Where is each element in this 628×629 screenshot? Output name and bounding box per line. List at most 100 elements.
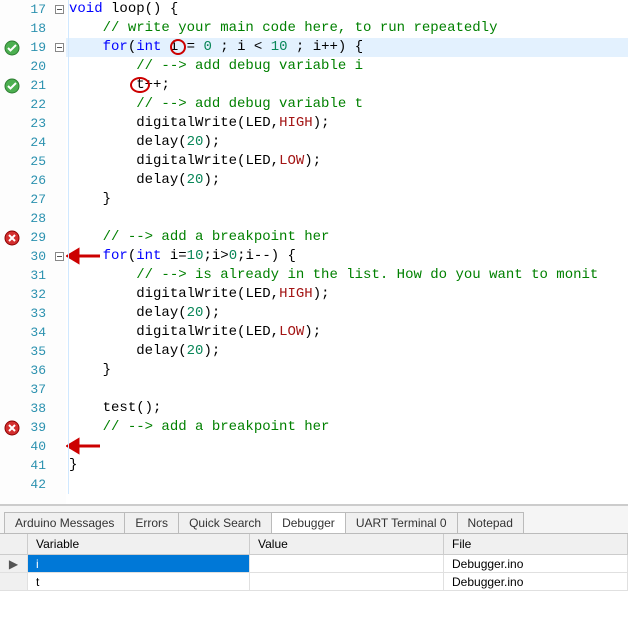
code-line[interactable] (66, 209, 628, 228)
breakpoint-margin[interactable] (0, 114, 24, 133)
tab-quick-search[interactable]: Quick Search (178, 512, 272, 533)
breakpoint-icon[interactable] (4, 230, 20, 246)
variable-row[interactable]: ▶i Debugger.ino (0, 555, 628, 573)
code-line[interactable]: void loop() { (66, 0, 628, 19)
code-line[interactable]: // --> add a breakpoint her (66, 228, 628, 247)
breakpoint-margin[interactable] (0, 95, 24, 114)
breakpoint-margin[interactable] (0, 247, 24, 266)
code-line[interactable]: } (66, 361, 628, 380)
breakpoint-margin[interactable] (0, 38, 24, 57)
breakpoint-margin[interactable] (0, 475, 24, 494)
tab-debugger[interactable]: Debugger (271, 512, 346, 533)
code-line[interactable]: t++; (66, 76, 628, 95)
breakpoint-margin[interactable] (0, 76, 24, 95)
gutter-row[interactable]: 30 (0, 247, 66, 266)
gutter-row[interactable]: 26 (0, 171, 66, 190)
tab-arduino-messages[interactable]: Arduino Messages (4, 512, 125, 533)
tab-errors[interactable]: Errors (124, 512, 179, 533)
breakpoint-margin[interactable] (0, 285, 24, 304)
code-line[interactable]: test(); (66, 399, 628, 418)
gutter-row[interactable]: 37 (0, 380, 66, 399)
tracepoint-icon[interactable] (4, 40, 20, 56)
fold-toggle[interactable] (52, 43, 66, 52)
gutter-row[interactable]: 39 (0, 418, 66, 437)
code-line[interactable]: delay(20); (66, 342, 628, 361)
breakpoint-margin[interactable] (0, 456, 24, 475)
breakpoint-margin[interactable] (0, 190, 24, 209)
code-line[interactable] (66, 380, 628, 399)
gutter-row[interactable]: 24 (0, 133, 66, 152)
file-column-header[interactable]: File (444, 534, 628, 555)
code-line[interactable]: digitalWrite(LED,HIGH); (66, 114, 628, 133)
row-selector[interactable]: ▶ (0, 555, 28, 573)
code-line[interactable]: for(int i=10;i>0;i--) { (66, 247, 628, 266)
gutter-row[interactable]: 23 (0, 114, 66, 133)
breakpoint-margin[interactable] (0, 209, 24, 228)
tracepoint-icon[interactable] (4, 78, 20, 94)
code-area[interactable]: void loop() { // write your main code he… (66, 0, 628, 504)
code-line[interactable]: } (66, 190, 628, 209)
gutter-row[interactable]: 21 (0, 76, 66, 95)
breakpoint-margin[interactable] (0, 342, 24, 361)
gutter-row[interactable]: 19 (0, 38, 66, 57)
variable-column-header[interactable]: Variable (28, 534, 250, 555)
code-line[interactable]: // --> add debug variable i (66, 57, 628, 76)
code-line[interactable]: } (66, 456, 628, 475)
gutter-row[interactable]: 22 (0, 95, 66, 114)
value-column-header[interactable]: Value (250, 534, 444, 555)
gutter-row[interactable]: 42 (0, 475, 66, 494)
row-selector[interactable] (0, 573, 28, 591)
variable-name-cell[interactable]: i (28, 555, 250, 573)
code-line[interactable]: // write your main code here, to run rep… (66, 19, 628, 38)
breakpoint-margin[interactable] (0, 171, 24, 190)
code-line[interactable]: delay(20); (66, 171, 628, 190)
code-line[interactable]: // --> is already in the list. How do yo… (66, 266, 628, 285)
fold-toggle[interactable] (52, 5, 66, 14)
breakpoint-margin[interactable] (0, 57, 24, 76)
breakpoint-margin[interactable] (0, 304, 24, 323)
breakpoint-margin[interactable] (0, 152, 24, 171)
variable-file-cell[interactable]: Debugger.ino (444, 573, 628, 591)
gutter-row[interactable]: 17 (0, 0, 66, 19)
editor-gutter[interactable]: 1718192021222324252627282930313233343536… (0, 0, 66, 504)
breakpoint-margin[interactable] (0, 266, 24, 285)
code-line[interactable]: digitalWrite(LED,HIGH); (66, 285, 628, 304)
variable-value-cell[interactable] (250, 555, 444, 573)
variable-value-cell[interactable] (250, 573, 444, 591)
breakpoint-margin[interactable] (0, 19, 24, 38)
fold-toggle[interactable] (52, 252, 66, 261)
gutter-row[interactable]: 41 (0, 456, 66, 475)
breakpoint-margin[interactable] (0, 133, 24, 152)
breakpoint-margin[interactable] (0, 437, 24, 456)
variable-row[interactable]: t Debugger.ino (0, 573, 628, 591)
gutter-row[interactable]: 32 (0, 285, 66, 304)
code-line[interactable]: delay(20); (66, 133, 628, 152)
tab-uart-terminal-0[interactable]: UART Terminal 0 (345, 512, 458, 533)
code-line[interactable]: // --> add debug variable t (66, 95, 628, 114)
breakpoint-margin[interactable] (0, 228, 24, 247)
code-line[interactable]: for(int i = 0 ; i < 10 ; i++) { (66, 38, 628, 57)
code-line[interactable]: // --> add a breakpoint her (66, 418, 628, 437)
code-line[interactable] (66, 475, 628, 494)
code-editor[interactable]: 1718192021222324252627282930313233343536… (0, 0, 628, 505)
gutter-row[interactable]: 25 (0, 152, 66, 171)
gutter-row[interactable]: 40 (0, 437, 66, 456)
code-line[interactable]: digitalWrite(LED,LOW); (66, 323, 628, 342)
gutter-row[interactable]: 20 (0, 57, 66, 76)
gutter-row[interactable]: 27 (0, 190, 66, 209)
code-line[interactable]: digitalWrite(LED,LOW); (66, 152, 628, 171)
breakpoint-margin[interactable] (0, 418, 24, 437)
breakpoint-margin[interactable] (0, 0, 24, 19)
variable-name-cell[interactable]: t (28, 573, 250, 591)
code-line[interactable] (66, 437, 628, 456)
gutter-row[interactable]: 34 (0, 323, 66, 342)
breakpoint-margin[interactable] (0, 399, 24, 418)
breakpoint-margin[interactable] (0, 380, 24, 399)
variable-file-cell[interactable]: Debugger.ino (444, 555, 628, 573)
gutter-row[interactable]: 33 (0, 304, 66, 323)
gutter-row[interactable]: 31 (0, 266, 66, 285)
gutter-row[interactable]: 29 (0, 228, 66, 247)
gutter-row[interactable]: 18 (0, 19, 66, 38)
tab-notepad[interactable]: Notepad (457, 512, 524, 533)
gutter-row[interactable]: 36 (0, 361, 66, 380)
